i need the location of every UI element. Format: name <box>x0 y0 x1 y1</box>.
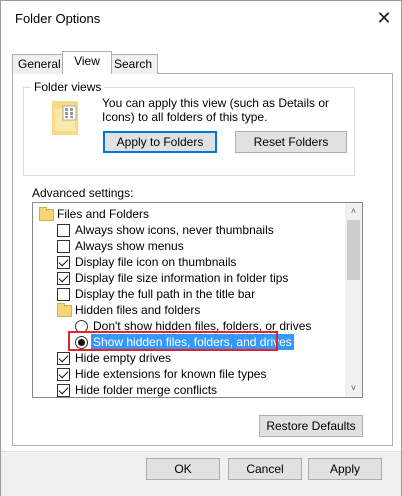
folder-views-legend: Folder views <box>31 80 105 94</box>
scrollbar-thumb[interactable] <box>347 220 360 280</box>
checkbox[interactable] <box>57 288 70 301</box>
apply-to-folders-button[interactable]: Apply to Folders <box>103 131 217 153</box>
checkbox-checked[interactable] <box>57 256 70 269</box>
folder-icon <box>39 207 54 221</box>
advanced-settings-list[interactable]: Files and Folders Always show icons, nev… <box>32 202 363 398</box>
setting-label: Display file size information in folder … <box>75 271 289 285</box>
checkbox-checked[interactable] <box>57 368 70 381</box>
scroll-up-icon[interactable]: ˄ <box>345 203 362 220</box>
setting-label: Hide folder merge conflicts <box>75 383 218 397</box>
tab-view[interactable]: View <box>62 51 112 74</box>
window-title: Folder Options <box>15 11 101 26</box>
folder-icon <box>57 303 72 317</box>
setting-label: Always show menus <box>75 239 184 253</box>
apply-button[interactable]: Apply <box>308 458 382 480</box>
checkbox-checked[interactable] <box>57 352 70 365</box>
scroll-down-icon[interactable]: ˅ <box>345 380 362 397</box>
cancel-button[interactable]: Cancel <box>228 458 302 480</box>
setting-label: Display file icon on thumbnails <box>75 255 237 269</box>
folder-views-description: You can apply this view (such as Details… <box>102 96 330 124</box>
checkbox[interactable] <box>57 240 70 253</box>
ok-button[interactable]: OK <box>146 458 220 480</box>
setting-label: Display the full path in the title bar <box>75 287 256 301</box>
advanced-settings-label: Advanced settings: <box>32 186 134 200</box>
reset-folders-button[interactable]: Reset Folders <box>235 131 347 153</box>
setting-label: Hide extensions for known file types <box>75 367 267 381</box>
tree-item-label: Files and Folders <box>57 207 150 221</box>
vertical-scrollbar[interactable]: ˄ ˅ <box>345 203 362 397</box>
folder-view-icon <box>52 101 78 135</box>
close-icon[interactable]: ✕ <box>371 5 397 31</box>
title-bar: Folder Options ✕ <box>1 1 401 35</box>
checkbox[interactable] <box>57 224 70 237</box>
highlight-annotation-box <box>68 331 278 351</box>
setting-label: Always show icons, never thumbnails <box>75 223 274 237</box>
setting-label: Hide empty drives <box>75 351 172 365</box>
tab-search[interactable]: Search <box>108 54 159 74</box>
checkbox-checked[interactable] <box>57 384 70 397</box>
checkbox-checked[interactable] <box>57 272 70 285</box>
folder-options-dialog: Folder Options ✕ General View Search Fol… <box>0 0 402 496</box>
restore-defaults-button[interactable]: Restore Defaults <box>259 415 363 437</box>
tab-general[interactable]: General <box>12 54 67 74</box>
tree-item-label: Hidden files and folders <box>75 303 201 317</box>
